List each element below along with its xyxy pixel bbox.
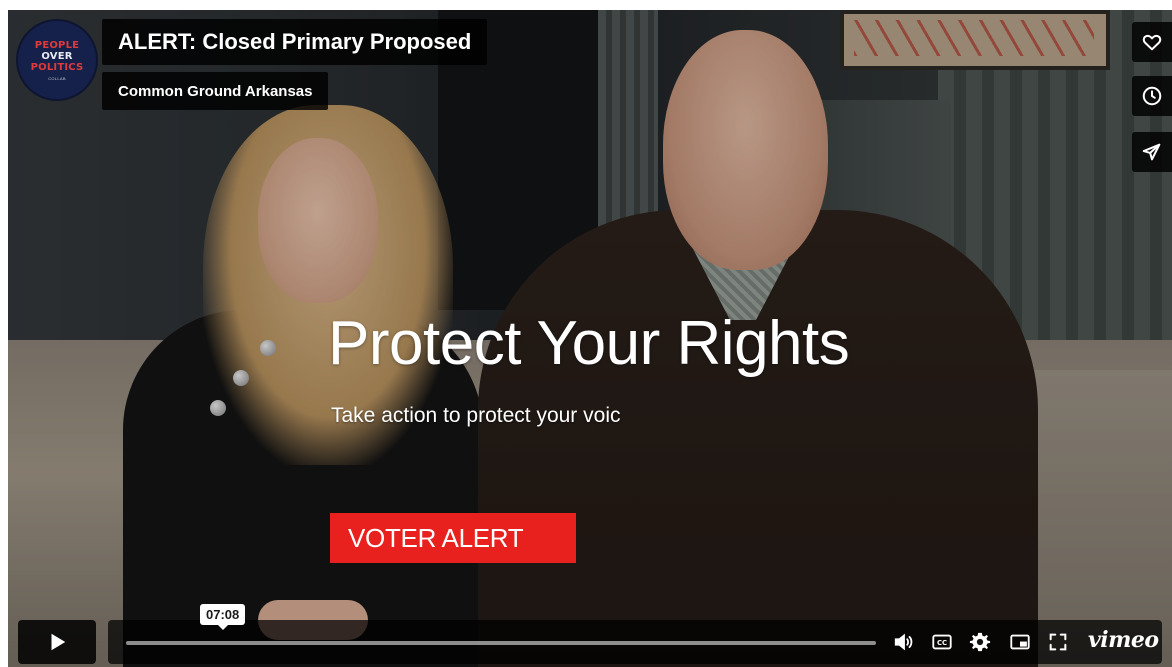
- voter-alert-label: VOTER ALERT: [348, 522, 524, 553]
- volume-button[interactable]: [892, 630, 916, 654]
- time-tooltip: 07:08: [200, 604, 246, 630]
- cc-icon: CC: [932, 634, 952, 650]
- gear-icon: [969, 632, 991, 652]
- volume-icon: [894, 633, 913, 651]
- fullscreen-icon: [1049, 633, 1067, 651]
- play-button[interactable]: [18, 620, 96, 664]
- video-player[interactable]: PEOPLE OVER POLITICS COLLAB ALERT: Close…: [8, 10, 1172, 667]
- video-byline[interactable]: Common Ground Arkansas: [118, 83, 312, 100]
- like-button[interactable]: [1132, 22, 1172, 62]
- picture-in-picture-icon: [1010, 634, 1030, 650]
- fullscreen-button[interactable]: [1046, 630, 1070, 654]
- voter-alert-button[interactable]: VOTER ALERT: [330, 513, 576, 563]
- svg-text:CC: CC: [937, 639, 947, 647]
- video-title-box[interactable]: ALERT: Closed Primary Proposed: [102, 19, 488, 65]
- play-icon: [51, 633, 66, 651]
- share-button[interactable]: [1132, 132, 1172, 172]
- paper-plane-icon: [1142, 143, 1161, 161]
- overlay-subtext: Take action to protect your voic: [331, 404, 621, 427]
- logo-text-line: OVER: [41, 50, 73, 62]
- settings-button[interactable]: [968, 630, 992, 654]
- overlay-headline: Protect Your Rights: [328, 309, 850, 378]
- video-title[interactable]: ALERT: Closed Primary Proposed: [118, 29, 471, 55]
- player-controls: 07:08 CC vimeo: [8, 604, 1172, 667]
- logo-tiny-text: COLLAB: [48, 75, 66, 81]
- watch-later-button[interactable]: [1132, 76, 1172, 116]
- byline-box[interactable]: Common Ground Arkansas: [102, 72, 329, 110]
- captions-button[interactable]: CC: [930, 630, 954, 654]
- progress-track[interactable]: [126, 641, 876, 645]
- heart-icon: [1142, 34, 1162, 51]
- vimeo-logo[interactable]: vimeo: [1088, 627, 1159, 653]
- logo-text-line: PEOPLE: [34, 39, 80, 51]
- clock-icon: [1142, 86, 1162, 106]
- logo-text-line: POLITICS: [30, 61, 84, 73]
- channel-logo[interactable]: PEOPLE OVER POLITICS COLLAB: [18, 21, 96, 99]
- pip-button[interactable]: [1008, 630, 1032, 654]
